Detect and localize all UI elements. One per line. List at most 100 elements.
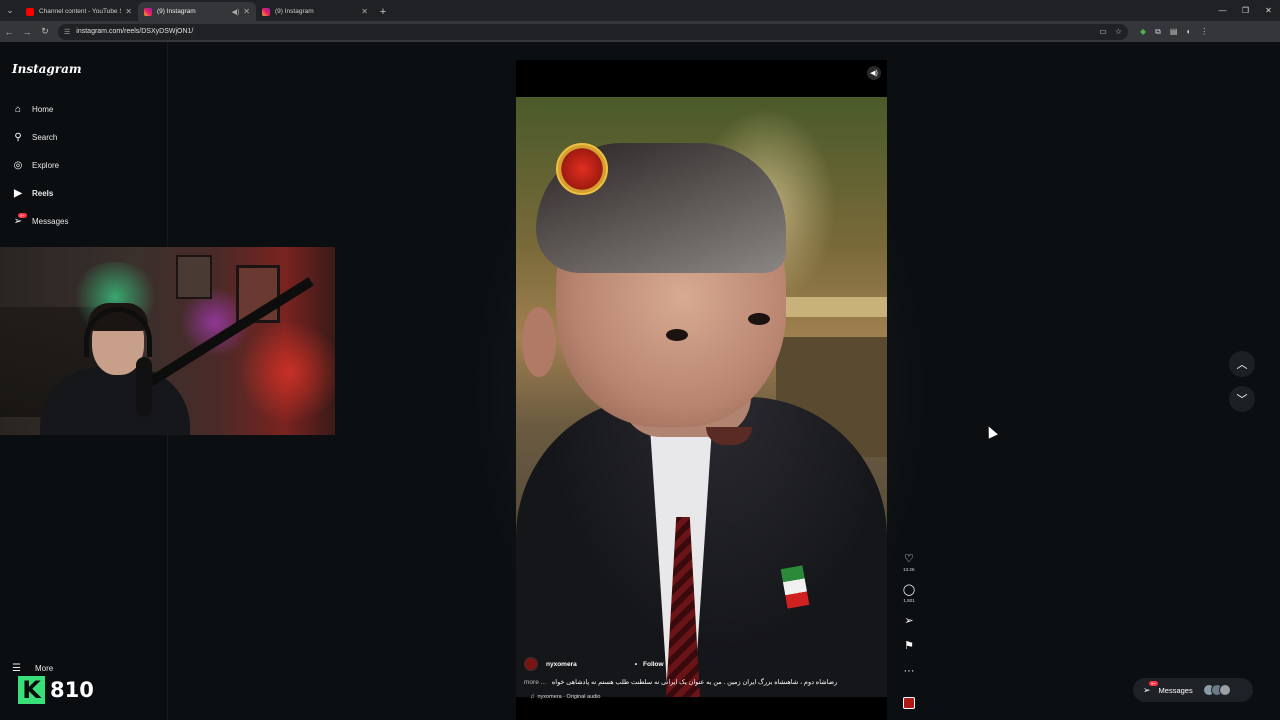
channel-emblem-icon — [556, 143, 608, 195]
comment-action[interactable]: ◯ 1,501 — [903, 584, 915, 603]
sidebar-item-label: Home — [32, 104, 54, 114]
separator-dot: • — [634, 660, 637, 668]
messages-badge: 9+ — [1149, 680, 1158, 686]
tab-search-icon[interactable]: ⌄ — [0, 0, 20, 21]
save-action[interactable]: ⚑ — [904, 640, 914, 653]
caption-more-link[interactable]: more ... — [524, 679, 546, 686]
mute-toggle-icon[interactable]: ◀) — [867, 66, 881, 80]
send-icon: ➢ 9+ — [13, 213, 27, 227]
reel-caption[interactable]: more ... رضاشاه دوم ، شاهنشاه بزرگ ایران… — [524, 678, 884, 686]
sidebar-item-label: Explore — [32, 160, 60, 170]
message-avatars — [1202, 684, 1231, 696]
site-info-icon[interactable]: ☰ — [64, 28, 70, 36]
browser-toolbar: ← → ↻ ☰ instagram.com/reels/DSXyDSWjON1/… — [0, 21, 1280, 42]
reel-username[interactable]: nyxomera — [546, 661, 577, 668]
sidebar-item-explore[interactable]: ◎ Explore — [12, 156, 60, 174]
video-eye-right — [748, 313, 770, 325]
url-text: instagram.com/reels/DSXyDSWjON1/ — [76, 28, 194, 35]
extension-icon[interactable]: ◆ — [1140, 27, 1146, 36]
tab-instagram-active[interactable]: (9) Instagram ◀) ✕ — [138, 2, 256, 21]
avatar[interactable] — [524, 657, 538, 671]
previous-reel-button[interactable]: ︿ — [1229, 351, 1255, 377]
browser-tabstrip: ⌄ Channel content - YouTube Stu ✕ (9) In… — [0, 0, 1280, 21]
follow-button[interactable]: Follow — [643, 661, 664, 668]
close-window-button[interactable]: ✕ — [1257, 0, 1280, 21]
comment-icon[interactable]: ◯ — [903, 584, 915, 597]
instagram-favicon-icon — [144, 7, 152, 16]
more-horizontal-icon[interactable]: ··· — [904, 665, 915, 678]
sidebar-item-label: Messages — [32, 216, 69, 226]
caption-text: رضاشاه دوم ، شاهنشاه بزرگ ایران زمین . م… — [551, 679, 838, 686]
messages-label: Messages — [1158, 685, 1193, 695]
minimize-button[interactable]: — — [1211, 0, 1234, 21]
like-action[interactable]: ♡ 13.2K — [903, 553, 915, 572]
send-icon: ➢ 9+ — [1143, 680, 1158, 695]
back-button[interactable]: ← — [0, 21, 18, 42]
webcam-overlay — [0, 247, 335, 435]
home-icon: ⌂ — [14, 103, 22, 115]
bookmark-star-icon[interactable]: ☆ — [1115, 27, 1122, 36]
hamburger-menu-icon: ☰ — [12, 662, 21, 674]
tab-title: (9) Instagram — [275, 8, 314, 15]
red-light — [240, 317, 335, 427]
sidebar-item-messages[interactable]: ➢ 9+ Messages — [12, 212, 68, 230]
reel-info: nyxomera • Follow more ... رضاشاه دوم ، … — [524, 656, 884, 700]
address-bar[interactable]: ☰ instagram.com/reels/DSXyDSWjON1/ ▭ ☆ — [58, 23, 1128, 40]
messages-pill[interactable]: ➢ 9+ Messages — [1133, 678, 1253, 702]
heart-icon[interactable]: ♡ — [904, 553, 914, 566]
new-tab-button[interactable]: + — [374, 2, 392, 21]
reel-player[interactable]: ◀) — [516, 60, 887, 720]
video-frame-gold — [786, 297, 887, 317]
tab-title: (9) Instagram — [157, 8, 196, 15]
tab-instagram[interactable]: (9) Instagram ✕ — [256, 2, 374, 21]
video-ear — [522, 307, 556, 377]
menu-kebab-icon[interactable]: ⋮ — [1200, 27, 1208, 36]
close-tab-icon[interactable]: ✕ — [361, 7, 368, 16]
tab-title: Channel content - YouTube Stu — [39, 8, 122, 15]
bookmark-icon[interactable]: ⚑ — [904, 640, 914, 653]
audio-playing-icon[interactable]: ◀) — [232, 8, 240, 16]
window-controls: — ❐ ✕ — [1211, 0, 1280, 21]
reel-user-row: nyxomera • Follow — [524, 656, 884, 672]
avatar — [1218, 684, 1231, 696]
youtube-favicon-icon — [26, 7, 34, 16]
extensions-area: ◆ ⧉ ▤ ◐ ⋮ — [1140, 27, 1208, 37]
profile-icon[interactable]: ◐ — [1186, 27, 1191, 36]
send-icon[interactable]: ➢ — [904, 615, 913, 628]
cast-icon[interactable]: ▭ — [1099, 27, 1107, 36]
sidebar-item-label: Search — [32, 132, 58, 142]
wall-frame — [176, 255, 212, 299]
instagram-logo[interactable]: Instagram — [12, 62, 82, 76]
like-count: 13.2K — [903, 567, 915, 572]
search-icon: ⚲ — [14, 131, 22, 143]
close-tab-icon[interactable]: ✕ — [243, 7, 250, 16]
microphone — [136, 357, 152, 417]
video-eye-left — [666, 329, 688, 341]
forward-button[interactable]: → — [18, 21, 36, 42]
reel-video[interactable] — [516, 97, 887, 697]
next-reel-button[interactable]: ﹀ — [1229, 386, 1255, 412]
kick-logo: K — [18, 676, 45, 704]
reload-button[interactable]: ↻ — [36, 21, 54, 42]
extensions-puzzle-icon[interactable]: ⧉ — [1155, 27, 1161, 37]
share-action[interactable]: ➢ — [904, 615, 913, 628]
sidebar-item-home[interactable]: ⌂ Home — [12, 100, 53, 118]
reel-topbar: ◀) — [516, 60, 887, 97]
sidebar-item-more[interactable]: ☰ More — [12, 661, 53, 675]
close-tab-icon[interactable]: ✕ — [125, 7, 132, 16]
sidebar-item-reels[interactable]: ▶ Reels — [12, 184, 53, 202]
sidebar-item-search[interactable]: ⚲ Search — [12, 128, 57, 146]
more-options-action[interactable]: ··· — [904, 665, 915, 678]
compass-icon: ◎ — [13, 159, 23, 171]
sidebar-item-label: More — [34, 663, 54, 673]
viewer-count: 810 — [50, 678, 94, 702]
music-note-icon: ♫ — [530, 694, 535, 700]
maximize-button[interactable]: ❐ — [1234, 0, 1257, 21]
chevron-down-icon: ﹀ — [1236, 394, 1248, 406]
comment-count: 1,501 — [903, 598, 915, 603]
reel-audio-link[interactable]: ♫ nyxomera · Original audio — [530, 694, 884, 700]
mouse-cursor-icon — [984, 424, 998, 439]
tab-youtube-studio[interactable]: Channel content - YouTube Stu ✕ — [20, 2, 138, 21]
sidebar-icon[interactable]: ▤ — [1170, 27, 1178, 36]
audio-thumbnail[interactable] — [903, 697, 915, 709]
